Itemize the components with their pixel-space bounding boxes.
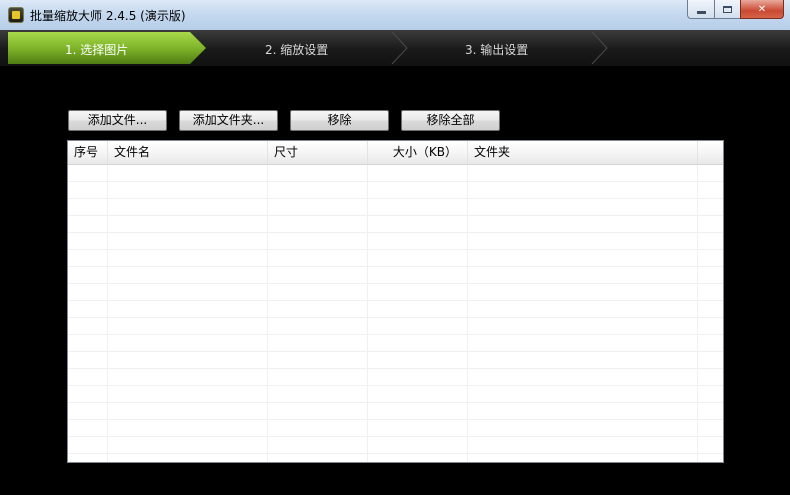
remove-button[interactable]: 移除 bbox=[290, 110, 389, 131]
maximize-button[interactable] bbox=[714, 0, 740, 19]
step-3-separator bbox=[591, 31, 608, 65]
app-window: 批量缩放大师 2.4.5 (演示版) ✕ 1. 选择图片 2. 缩放设置 3. … bbox=[0, 0, 790, 495]
column-gridline bbox=[267, 165, 268, 462]
column-dimensions[interactable]: 尺寸 bbox=[268, 141, 368, 164]
file-list[interactable]: 序号 文件名 尺寸 大小（KB） 文件夹 bbox=[67, 140, 724, 463]
minimize-icon bbox=[696, 10, 706, 14]
column-filler bbox=[698, 141, 723, 164]
table-row bbox=[68, 386, 723, 403]
close-icon: ✕ bbox=[757, 3, 767, 15]
column-gridline bbox=[107, 165, 108, 462]
table-row bbox=[68, 182, 723, 199]
column-size[interactable]: 大小（KB） bbox=[368, 141, 468, 164]
wizard-step-bar: 1. 选择图片 2. 缩放设置 3. 输出设置 bbox=[0, 30, 790, 66]
minimize-button[interactable] bbox=[687, 0, 714, 19]
table-row bbox=[68, 216, 723, 233]
table-row bbox=[68, 284, 723, 301]
table-row bbox=[68, 199, 723, 216]
title-bar[interactable]: 批量缩放大师 2.4.5 (演示版) ✕ bbox=[0, 0, 790, 31]
table-row bbox=[68, 165, 723, 182]
add-files-button[interactable]: 添加文件... bbox=[68, 110, 167, 131]
file-list-header: 序号 文件名 尺寸 大小（KB） 文件夹 bbox=[68, 141, 723, 165]
window-title: 批量缩放大师 2.4.5 (演示版) bbox=[30, 9, 186, 23]
table-row bbox=[68, 335, 723, 352]
add-folder-button[interactable]: 添加文件夹... bbox=[179, 110, 278, 131]
step-select-images[interactable]: 1. 选择图片 bbox=[65, 41, 128, 58]
step-output-settings[interactable]: 3. 输出设置 bbox=[465, 41, 528, 58]
main-content: 添加文件... 添加文件夹... 移除 移除全部 序号 文件名 尺寸 大小（KB… bbox=[0, 66, 790, 495]
column-filename[interactable]: 文件名 bbox=[108, 141, 268, 164]
app-logo-icon bbox=[8, 7, 24, 23]
table-row bbox=[68, 318, 723, 335]
table-row bbox=[68, 233, 723, 250]
step-2-separator bbox=[391, 31, 408, 65]
file-list-rows bbox=[68, 165, 723, 462]
remove-all-button[interactable]: 移除全部 bbox=[401, 110, 500, 131]
column-folder[interactable]: 文件夹 bbox=[468, 141, 698, 164]
column-gridline bbox=[697, 165, 698, 462]
column-index[interactable]: 序号 bbox=[68, 141, 108, 164]
table-row bbox=[68, 267, 723, 284]
window-controls: ✕ bbox=[687, 0, 784, 19]
table-row bbox=[68, 403, 723, 420]
column-gridline bbox=[367, 165, 368, 462]
table-row bbox=[68, 437, 723, 454]
table-row bbox=[68, 301, 723, 318]
table-row bbox=[68, 250, 723, 267]
table-row bbox=[68, 352, 723, 369]
column-gridline bbox=[467, 165, 468, 462]
step-scale-settings[interactable]: 2. 缩放设置 bbox=[265, 41, 328, 58]
maximize-icon bbox=[723, 5, 732, 13]
close-button[interactable]: ✕ bbox=[740, 0, 784, 19]
table-row bbox=[68, 369, 723, 386]
table-row bbox=[68, 420, 723, 437]
